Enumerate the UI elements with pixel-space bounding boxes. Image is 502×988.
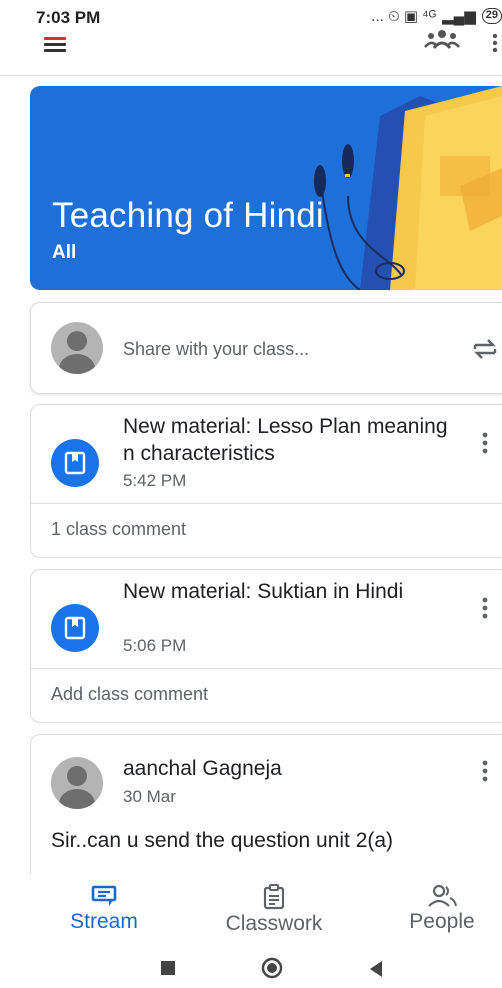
class-banner[interactable]: Teaching of Hindi All (30, 86, 502, 290)
avatar (51, 322, 103, 374)
more-vert-icon[interactable] (475, 429, 495, 457)
more-vert-icon[interactable] (488, 30, 502, 56)
share-input[interactable]: Share with your class... (123, 339, 309, 360)
material-book-icon (51, 439, 99, 487)
stream-post[interactable]: aanchal Gagneja 30 Mar Sir..can u send t… (30, 734, 502, 894)
tab-classwork-label: Classwork (225, 912, 323, 935)
banner-illustration (314, 86, 502, 290)
stream-item[interactable]: New material: Suktian in Hindi 5:06 PM A… (30, 569, 502, 723)
more-vert-icon[interactable] (475, 757, 495, 785)
tab-people[interactable]: People (400, 884, 484, 934)
stream-icon (91, 885, 117, 906)
app-bar (0, 28, 502, 76)
post-author: aanchal Gagneja (123, 757, 282, 780)
divider (31, 503, 502, 504)
tab-people-label: People (409, 910, 475, 933)
divider (31, 668, 502, 669)
people-icon[interactable] (424, 28, 460, 54)
material-title: New material: Suktian in Hindi (123, 580, 404, 603)
more-vert-icon[interactable] (475, 594, 495, 622)
post-body: Sir..can u send the question unit 2(a) (51, 829, 394, 852)
signal-icon: ▂▄▆ (442, 8, 476, 25)
menu-icon[interactable] (44, 34, 72, 54)
class-topic-filter[interactable]: All (52, 242, 76, 264)
repost-icon[interactable] (471, 333, 499, 365)
tab-classwork[interactable]: Classwork (212, 884, 336, 936)
status-indicators: ... ⏲ ▣ ⁴ᴳ (371, 8, 437, 25)
bottom-nav: Stream Classwork People (0, 874, 502, 950)
material-title: New material: Lesso Plan meaning n chara… (123, 415, 448, 465)
material-time: 5:42 PM (123, 471, 187, 490)
system-nav-bar (0, 950, 502, 988)
tab-stream-label: Stream (70, 910, 138, 933)
add-class-comment[interactable]: Add class comment (51, 684, 208, 705)
classwork-icon (263, 884, 285, 910)
material-time: 5:06 PM (123, 636, 187, 655)
people-icon (428, 884, 457, 907)
material-book-icon (51, 604, 99, 652)
avatar (51, 757, 103, 809)
status-bar: 7:03 PM ... ⏲ ▣ ⁴ᴳ ▂▄▆ 29 (0, 0, 502, 28)
class-title: Teaching of Hindi (52, 196, 324, 235)
battery-icon: 29 (481, 8, 502, 24)
status-icons: ... ⏲ ▣ ⁴ᴳ ▂▄▆ 29 (371, 7, 502, 25)
post-date: 30 Mar (123, 787, 176, 806)
tab-stream[interactable]: Stream (62, 884, 146, 934)
stream-item[interactable]: New material: Lesso Plan meaning n chara… (30, 404, 502, 558)
share-card[interactable]: Share with your class... (30, 302, 502, 394)
back-icon[interactable] (368, 960, 384, 983)
status-time: 7:03 PM (36, 8, 101, 27)
class-comment-link[interactable]: 1 class comment (51, 519, 186, 540)
home-icon[interactable] (260, 956, 284, 985)
recents-icon[interactable] (160, 960, 176, 981)
